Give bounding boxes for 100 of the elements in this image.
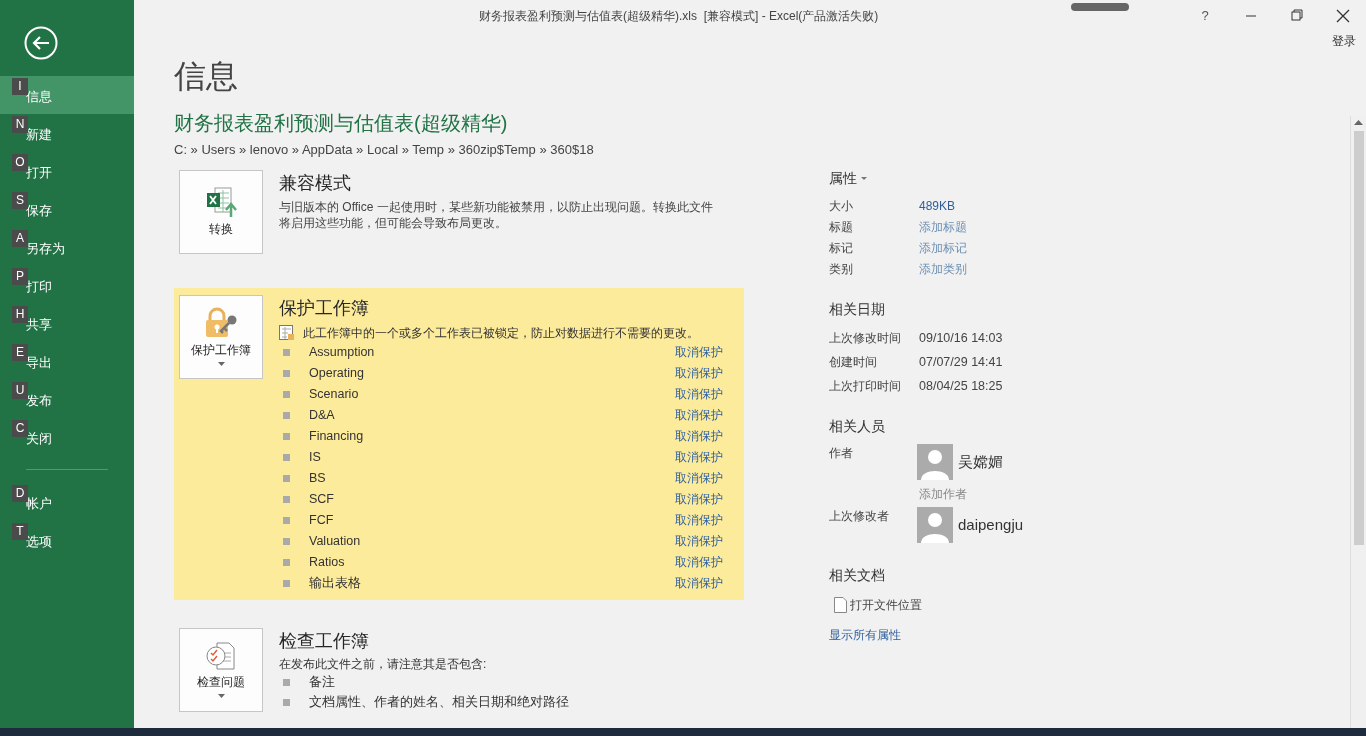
bullet-icon [283,679,290,686]
sidebar-item[interactable]: A 另存为 [0,228,134,266]
bullet-icon [283,432,290,440]
property-value: 489KB [919,197,956,215]
key-tip: O [12,154,28,171]
people-label: 上次修改者 [829,508,890,525]
unprotect-link[interactable]: 取消保护 [675,490,723,508]
unprotect-link[interactable]: 取消保护 [675,532,723,550]
property-label: 标记 [829,239,854,257]
sheet-name: Scenario [309,385,359,403]
inspect-item: 备注 [309,674,335,692]
action-button[interactable]: 转换 [179,169,263,254]
sheet-name: FCF [309,511,334,529]
sidebar-item[interactable]: N 新建 [0,114,134,152]
caret-icon [861,177,867,180]
section-title: 保护工作簿 [279,296,370,320]
sheet-name: IS [309,448,321,466]
sidebar-item[interactable]: S 保存 [0,190,134,228]
sidebar-label: 新建 [26,126,52,145]
sign-in-link[interactable]: 登录 [1332,32,1356,50]
unprotect-link[interactable]: 取消保护 [675,364,723,382]
help-button[interactable]: ? [1182,0,1228,32]
open-location-link[interactable]: 打开文件位置 [850,596,922,614]
unprotect-link[interactable]: 取消保护 [675,574,723,592]
properties-heading[interactable]: 属性 [829,168,857,189]
page-title: 信息 [174,57,239,96]
bullet-icon [283,411,290,419]
sidebar-item[interactable]: D 帐户 [0,483,134,521]
key-tip: A [12,230,28,247]
people-label: 作者 [829,445,854,462]
date-label: 上次修改时间 [829,330,902,347]
document-icon [834,597,847,613]
locked-sheet-icon [279,324,295,341]
key-tip: S [12,192,28,209]
unprotect-link[interactable]: 取消保护 [675,469,723,487]
sidebar-item[interactable]: C 关闭 [0,418,134,456]
property-label: 标题 [829,218,854,236]
key-tip: U [12,382,28,399]
unprotect-link[interactable]: 取消保护 [675,553,723,571]
section-heading: 相关日期 [829,300,886,319]
sheet-name: Valuation [309,532,361,550]
unprotect-link[interactable]: 取消保护 [675,448,723,466]
sidebar-item[interactable]: E 导出 [0,342,134,380]
sidebar-item[interactable]: H 共享 [0,304,134,342]
caret-icon [217,694,225,698]
section-description: 在发布此文件之前，请注意其是否包含: [279,655,488,673]
sidebar-item[interactable]: U 发布 [0,380,134,418]
unprotect-link[interactable]: 取消保护 [675,343,723,361]
unprotect-link[interactable]: 取消保护 [675,406,723,424]
date-value: 08/04/25 18:25 [919,377,1003,395]
property-label: 类别 [829,260,854,278]
scroll-thumb[interactable] [1353,131,1364,545]
bullet-icon [283,579,290,587]
key-tip: I [12,78,28,95]
sheet-name: BS [309,469,326,487]
sidebar-label: 信息 [26,88,52,107]
key-tip: D [12,485,28,502]
sidebar-label: 导出 [26,354,52,373]
inspect-item: 文档属性、作者的姓名、相关日期和绝对路径 [309,694,569,712]
sheet-name: Assumption [309,343,375,361]
window-title: 财务报表盈利预测与估值表(超级精华).xls [兼容模式] - Excel(产品激活失败) [479,8,879,25]
inspect-document-icon [205,641,237,671]
sheet-name: SCF [309,490,334,508]
bullet-icon [283,453,290,461]
date-value: 07/07/29 14:41 [919,353,1003,371]
bullet-icon [283,516,290,524]
file-path: C: » Users » lenovo » AppData » Local » Temp » 360zip$Temp » 360$18 [174,141,595,159]
action-button[interactable]: 检查问题 [179,627,263,712]
excel-convert-icon [205,185,237,218]
section-title: 兼容模式 [279,171,352,195]
bullet-icon [283,390,290,398]
date-label: 创建时间 [829,354,878,371]
show-all-properties-link[interactable]: 显示所有属性 [829,626,1350,644]
section-title: 检查工作簿 [279,629,370,653]
bullet-icon [283,369,290,377]
unprotect-link[interactable]: 取消保护 [675,385,723,403]
bullet-icon [283,558,290,566]
sheet-name: Operating [309,364,364,382]
scrollbar[interactable] [1350,116,1366,728]
section-description: 与旧版本的 Office 一起使用时，某些新功能被禁用，以防止出现问题。转换此文件将启用这些功能，但可能会导致布局更改。 [279,198,714,231]
avatar-icon [917,507,953,543]
sheet-name: Financing [309,427,364,445]
sidebar-item[interactable]: T 选项 [0,521,134,559]
section-heading: 相关人员 [829,417,886,436]
unprotect-link[interactable]: 取消保护 [675,427,723,445]
action-button[interactable]: 保护工作簿 [179,294,263,379]
avatar-icon [917,444,953,480]
person-name: daipengju [958,514,1024,535]
date-value: 09/10/16 14:03 [919,329,1003,347]
sheet-name: Ratios [309,553,345,571]
property-label: 大小 [829,197,854,215]
scroll-up-icon[interactable] [1354,120,1363,125]
date-label: 上次打印时间 [829,378,902,395]
sidebar-label: 发布 [26,392,52,411]
sidebar-item[interactable]: I 信息 [0,76,134,114]
key-tip: E [12,344,28,361]
sidebar-label: 关闭 [26,430,52,449]
unprotect-link[interactable]: 取消保护 [675,511,723,529]
bullet-icon [283,537,290,545]
caret-icon [217,362,225,366]
